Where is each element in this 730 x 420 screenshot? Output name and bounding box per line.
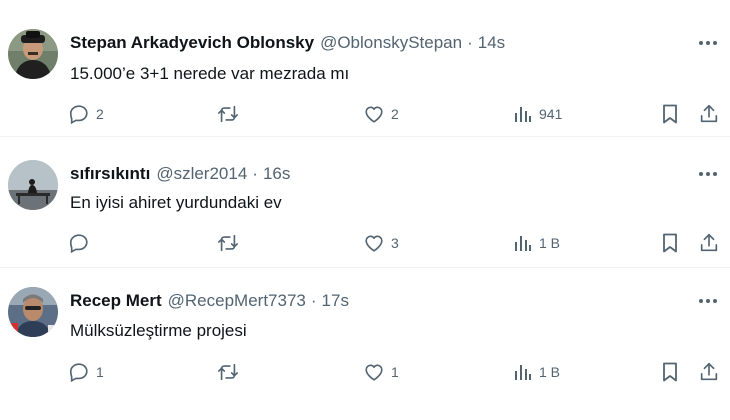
bookmark-button[interactable] — [660, 231, 680, 255]
timestamp[interactable]: 16s — [263, 164, 290, 184]
views-button[interactable]: 1 B — [513, 231, 560, 255]
timestamp[interactable]: 14s — [478, 33, 505, 53]
tweet[interactable]: sıfırsıkıntı @szler2014 · 16s En iyisi a… — [0, 137, 730, 268]
tweet-header: sıfırsıkıntı @szler2014 · 16s — [70, 164, 290, 184]
retweet-button[interactable] — [217, 360, 245, 384]
tweet[interactable]: Recep Mert @RecepMert7373 · 17s Mülksüzl… — [0, 268, 730, 420]
retweet-icon — [218, 105, 238, 123]
like-count: 3 — [391, 235, 399, 251]
reply-count: 2 — [96, 106, 104, 122]
reply-icon — [69, 234, 88, 254]
timestamp[interactable]: 17s — [322, 291, 349, 311]
like-count: 1 — [391, 364, 399, 380]
avatar[interactable] — [8, 29, 58, 79]
reply-count: 1 — [96, 364, 104, 380]
author-name[interactable]: Recep Mert — [70, 291, 162, 311]
avatar[interactable] — [8, 160, 58, 210]
views-count: 941 — [539, 106, 563, 122]
reply-button[interactable] — [68, 231, 96, 255]
like-icon — [365, 364, 383, 381]
tweet[interactable]: Stepan Arkadyevich Oblonsky @OblonskySte… — [0, 0, 730, 137]
views-icon — [515, 236, 531, 251]
separator-dot: · — [252, 164, 258, 183]
like-button[interactable]: 3 — [363, 231, 399, 255]
author-name[interactable]: sıfırsıkıntı — [70, 164, 150, 184]
bookmark-icon — [663, 362, 677, 382]
share-button[interactable] — [698, 360, 720, 384]
author-handle[interactable]: @szler2014 — [156, 164, 247, 184]
share-button[interactable] — [698, 231, 720, 255]
reply-button[interactable]: 2 — [68, 102, 104, 126]
reply-icon — [69, 363, 88, 383]
like-icon — [365, 106, 383, 123]
share-icon — [700, 362, 718, 381]
share-button[interactable] — [698, 102, 720, 126]
bookmark-icon — [663, 104, 677, 124]
tweet-header: Recep Mert @RecepMert7373 · 17s — [70, 291, 349, 311]
bookmark-button[interactable] — [660, 360, 680, 384]
separator-dot: · — [310, 291, 317, 310]
avatar[interactable] — [8, 287, 58, 337]
tweet-actions: 3 1 B — [0, 231, 730, 255]
tweet-actions: 2 2 941 — [0, 102, 730, 126]
views-count: 1 B — [539, 364, 561, 380]
tweet-header: Stepan Arkadyevich Oblonsky @OblonskySte… — [70, 33, 505, 53]
retweet-icon — [218, 234, 238, 252]
views-icon — [515, 107, 531, 122]
author-name[interactable]: Stepan Arkadyevich Oblonsky — [70, 33, 314, 53]
retweet-icon — [218, 363, 238, 381]
like-button[interactable]: 1 — [363, 360, 399, 384]
share-icon — [700, 233, 718, 252]
tweet-text: Mülksüzleştirme projesi — [70, 321, 247, 340]
retweet-button[interactable] — [217, 231, 245, 255]
more-icon[interactable] — [696, 164, 720, 184]
share-icon — [700, 104, 718, 123]
more-icon[interactable] — [696, 291, 720, 311]
more-icon[interactable] — [696, 33, 720, 53]
tweet-actions: 1 1 1 B — [0, 360, 730, 384]
tweet-text: En iyisi ahiret yurdundaki ev — [70, 193, 282, 212]
views-button[interactable]: 941 — [513, 102, 562, 126]
tweet-text: 15.000’e 3+1 nerede var mezrada mı — [70, 64, 350, 83]
bookmark-icon — [663, 233, 677, 253]
separator-dot: · — [467, 33, 473, 52]
like-button[interactable]: 2 — [363, 102, 399, 126]
reply-icon — [69, 105, 88, 125]
retweet-button[interactable] — [217, 102, 245, 126]
views-icon — [515, 365, 531, 380]
views-button[interactable]: 1 B — [513, 360, 560, 384]
author-handle[interactable]: @RecepMert7373 — [168, 291, 306, 311]
bookmark-button[interactable] — [660, 102, 680, 126]
timeline-feed: Stepan Arkadyevich Oblonsky @OblonskySte… — [0, 0, 730, 420]
like-count: 2 — [391, 106, 399, 122]
reply-button[interactable]: 1 — [68, 360, 104, 384]
like-icon — [365, 235, 383, 252]
views-count: 1 B — [539, 235, 561, 251]
author-handle[interactable]: @OblonskyStepan — [320, 33, 462, 53]
